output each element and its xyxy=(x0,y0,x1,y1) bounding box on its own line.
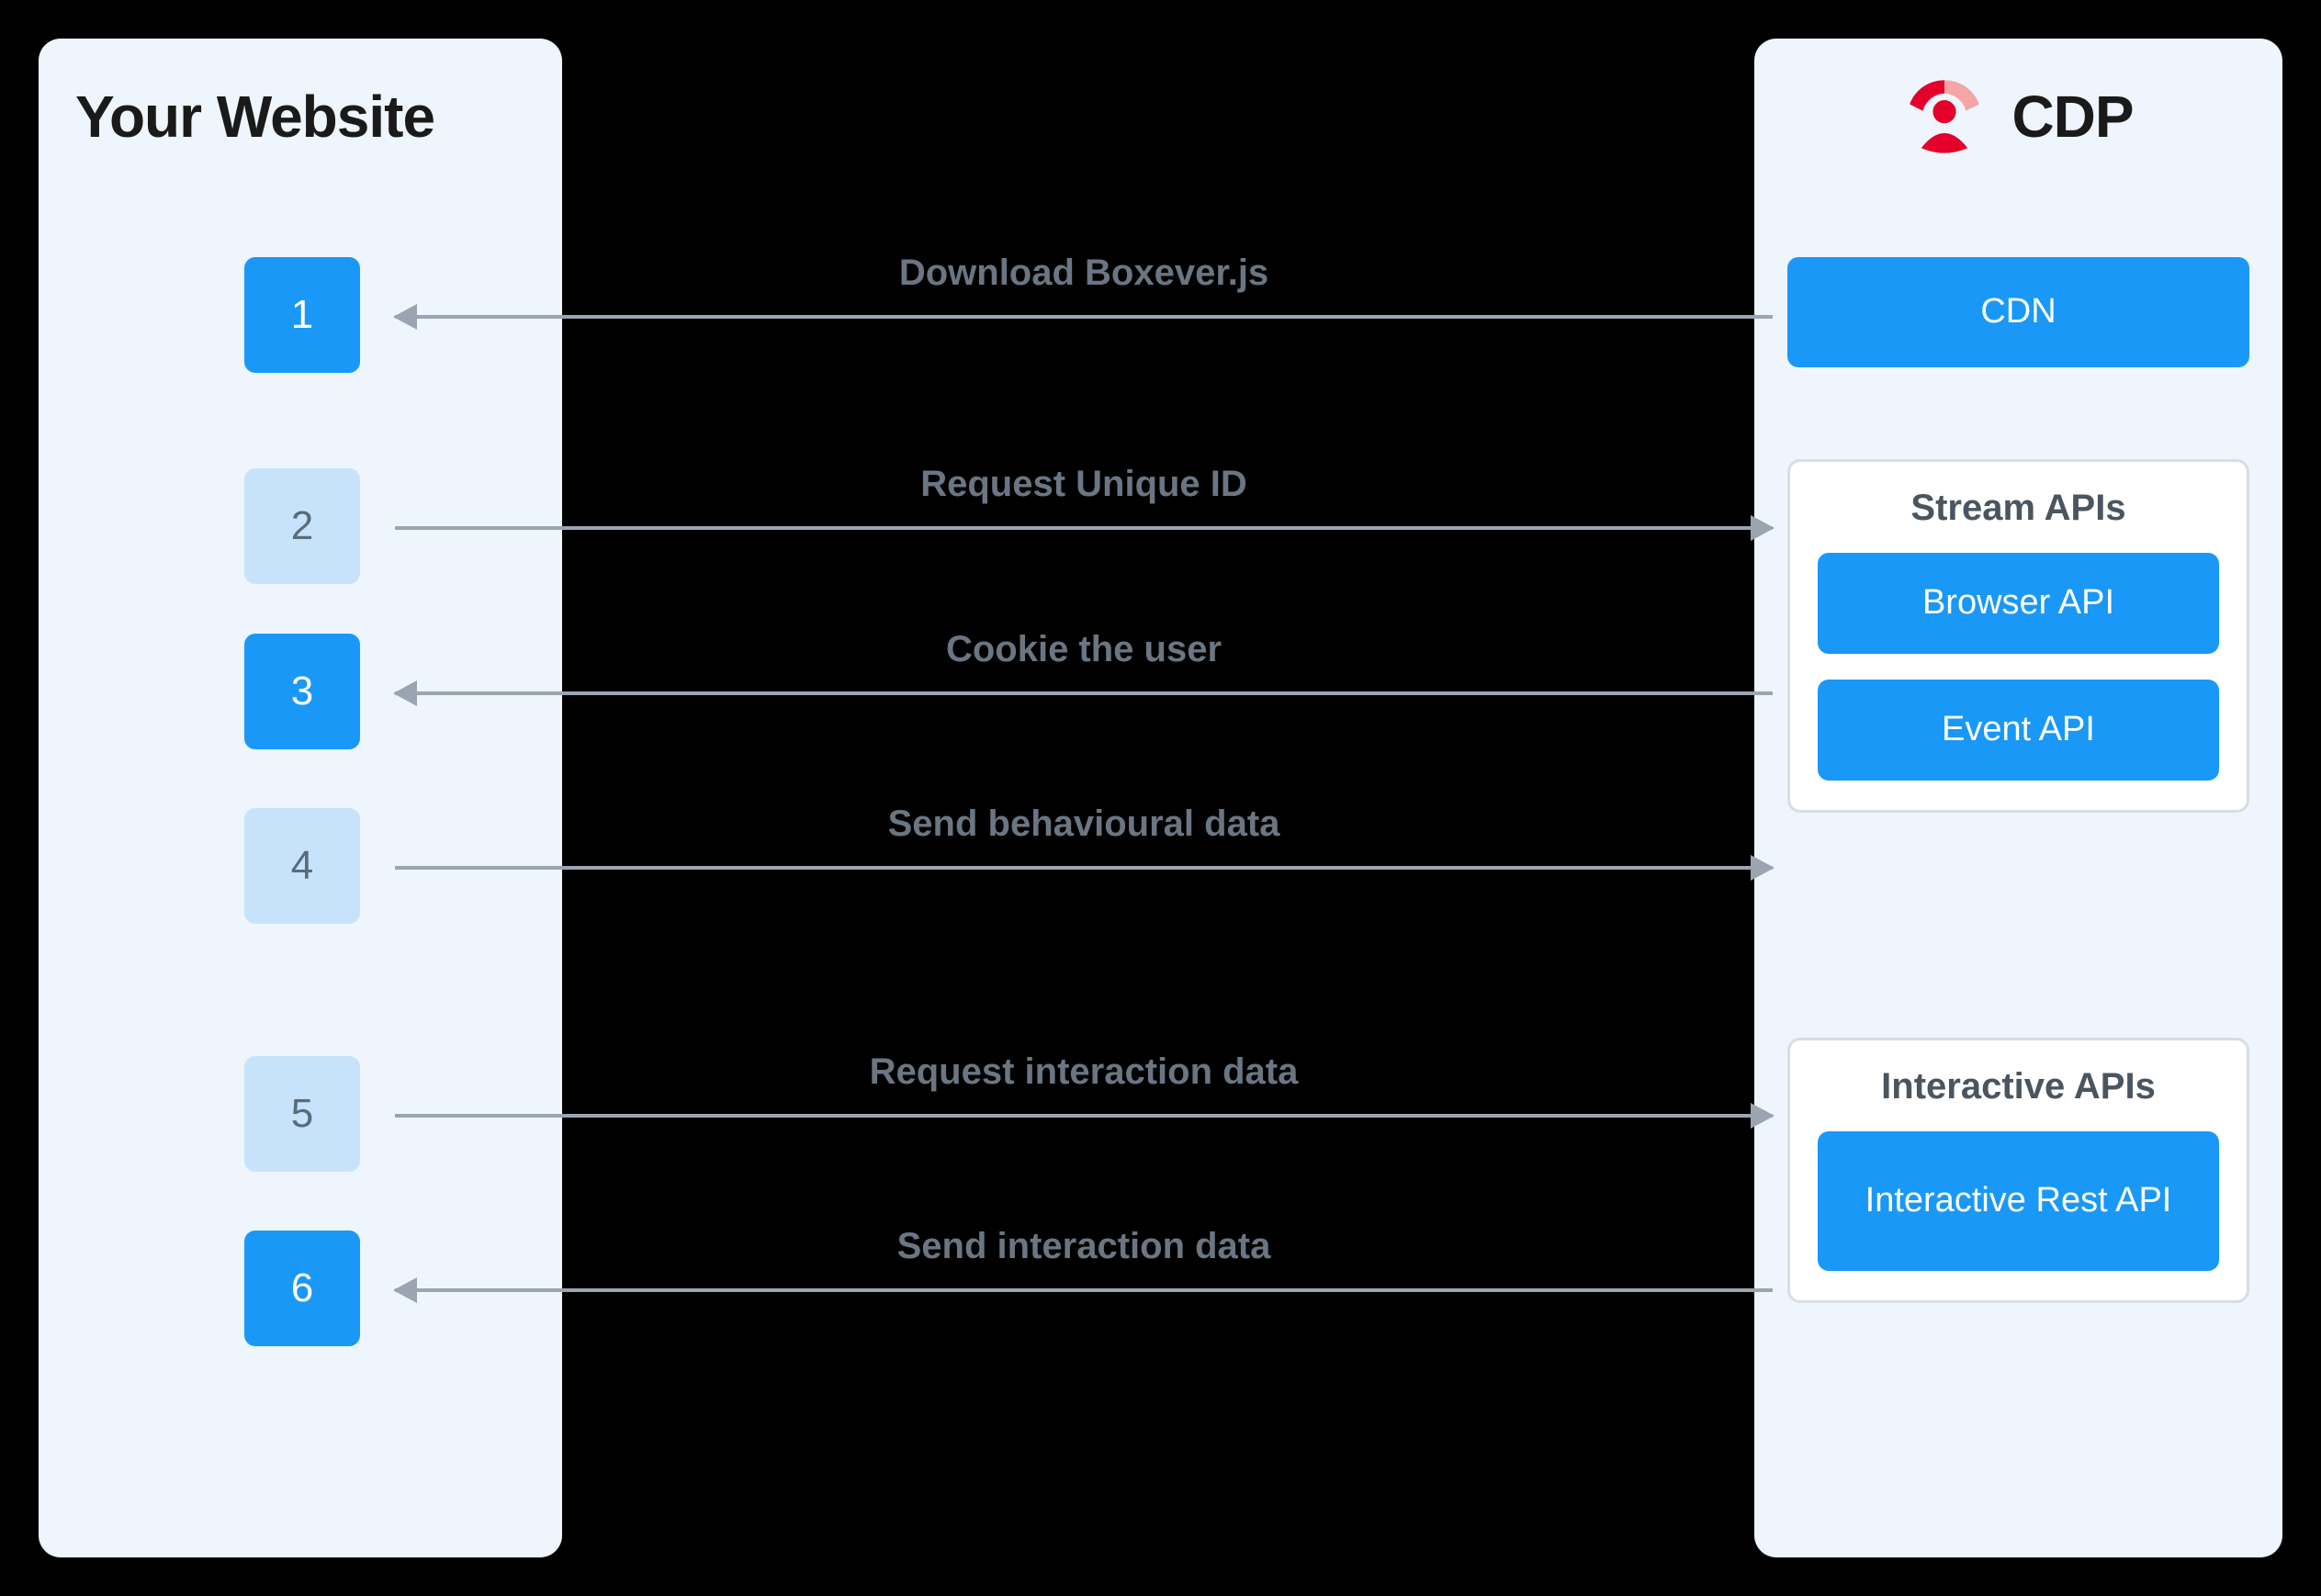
arrow-4: Send behavioural data xyxy=(395,849,1773,905)
step-4-num: 4 xyxy=(291,843,313,889)
arrow-line-icon xyxy=(395,315,1773,319)
cdp-title: CDP xyxy=(2011,83,2133,151)
cdp-header: CDP xyxy=(1787,75,2249,158)
arrow-right-icon xyxy=(1751,1103,1775,1129)
step-2-box: 2 xyxy=(244,468,360,584)
arrow-3-label: Cookie the user xyxy=(395,629,1773,670)
interactive-apis-title: Interactive APIs xyxy=(1818,1066,2219,1107)
arrow-1-label: Download Boxever.js xyxy=(395,253,1773,294)
arrow-2-label: Request Unique ID xyxy=(395,464,1773,505)
step-6-num: 6 xyxy=(291,1265,313,1311)
arrow-line-icon xyxy=(395,866,1773,870)
interactive-rest-api-box: Interactive Rest API xyxy=(1818,1131,2219,1271)
your-website-title: Your Website xyxy=(75,83,525,151)
arrow-left-icon xyxy=(393,680,417,706)
arrow-line-icon xyxy=(395,526,1773,530)
arrow-4-label: Send behavioural data xyxy=(395,804,1773,845)
step-5-num: 5 xyxy=(291,1091,313,1137)
cdn-label: CDN xyxy=(1980,290,2056,334)
arrow-line-icon xyxy=(395,691,1773,695)
arrow-right-icon xyxy=(1751,855,1775,881)
arrow-6: Send interaction data xyxy=(395,1272,1773,1327)
step-6-box: 6 xyxy=(244,1231,360,1346)
event-api-label: Event API xyxy=(1942,708,2095,752)
step-1-num: 1 xyxy=(291,292,313,338)
step-5-box: 5 xyxy=(244,1056,360,1172)
arrow-line-icon xyxy=(395,1288,1773,1292)
arrow-1: Download Boxever.js xyxy=(395,298,1773,354)
interactive-apis-group: Interactive APIs Interactive Rest API xyxy=(1787,1038,2249,1303)
browser-api-label: Browser API xyxy=(1922,581,2114,625)
arrow-line-icon xyxy=(395,1114,1773,1118)
stream-apis-group: Stream APIs Browser API Event API xyxy=(1787,459,2249,813)
arrow-right-icon xyxy=(1751,515,1775,541)
step-1-box: 1 xyxy=(244,257,360,373)
arrow-3: Cookie the user xyxy=(395,675,1773,730)
step-2-num: 2 xyxy=(291,503,313,549)
cdn-box: CDN xyxy=(1787,257,2249,367)
arrow-2: Request Unique ID xyxy=(395,510,1773,565)
arrow-5-label: Request interaction data xyxy=(395,1051,1773,1093)
interactive-rest-api-label: Interactive Rest API xyxy=(1865,1179,2172,1223)
arrow-left-icon xyxy=(393,1277,417,1303)
event-api-box: Event API xyxy=(1818,680,2219,781)
step-3-box: 3 xyxy=(244,634,360,749)
step-4-box: 4 xyxy=(244,808,360,924)
step-3-num: 3 xyxy=(291,669,313,714)
cdp-logo-icon xyxy=(1903,75,1986,158)
arrow-6-label: Send interaction data xyxy=(395,1226,1773,1267)
arrow-left-icon xyxy=(393,304,417,330)
stream-apis-title: Stream APIs xyxy=(1818,488,2219,529)
browser-api-box: Browser API xyxy=(1818,553,2219,654)
arrow-5: Request interaction data xyxy=(395,1097,1773,1152)
